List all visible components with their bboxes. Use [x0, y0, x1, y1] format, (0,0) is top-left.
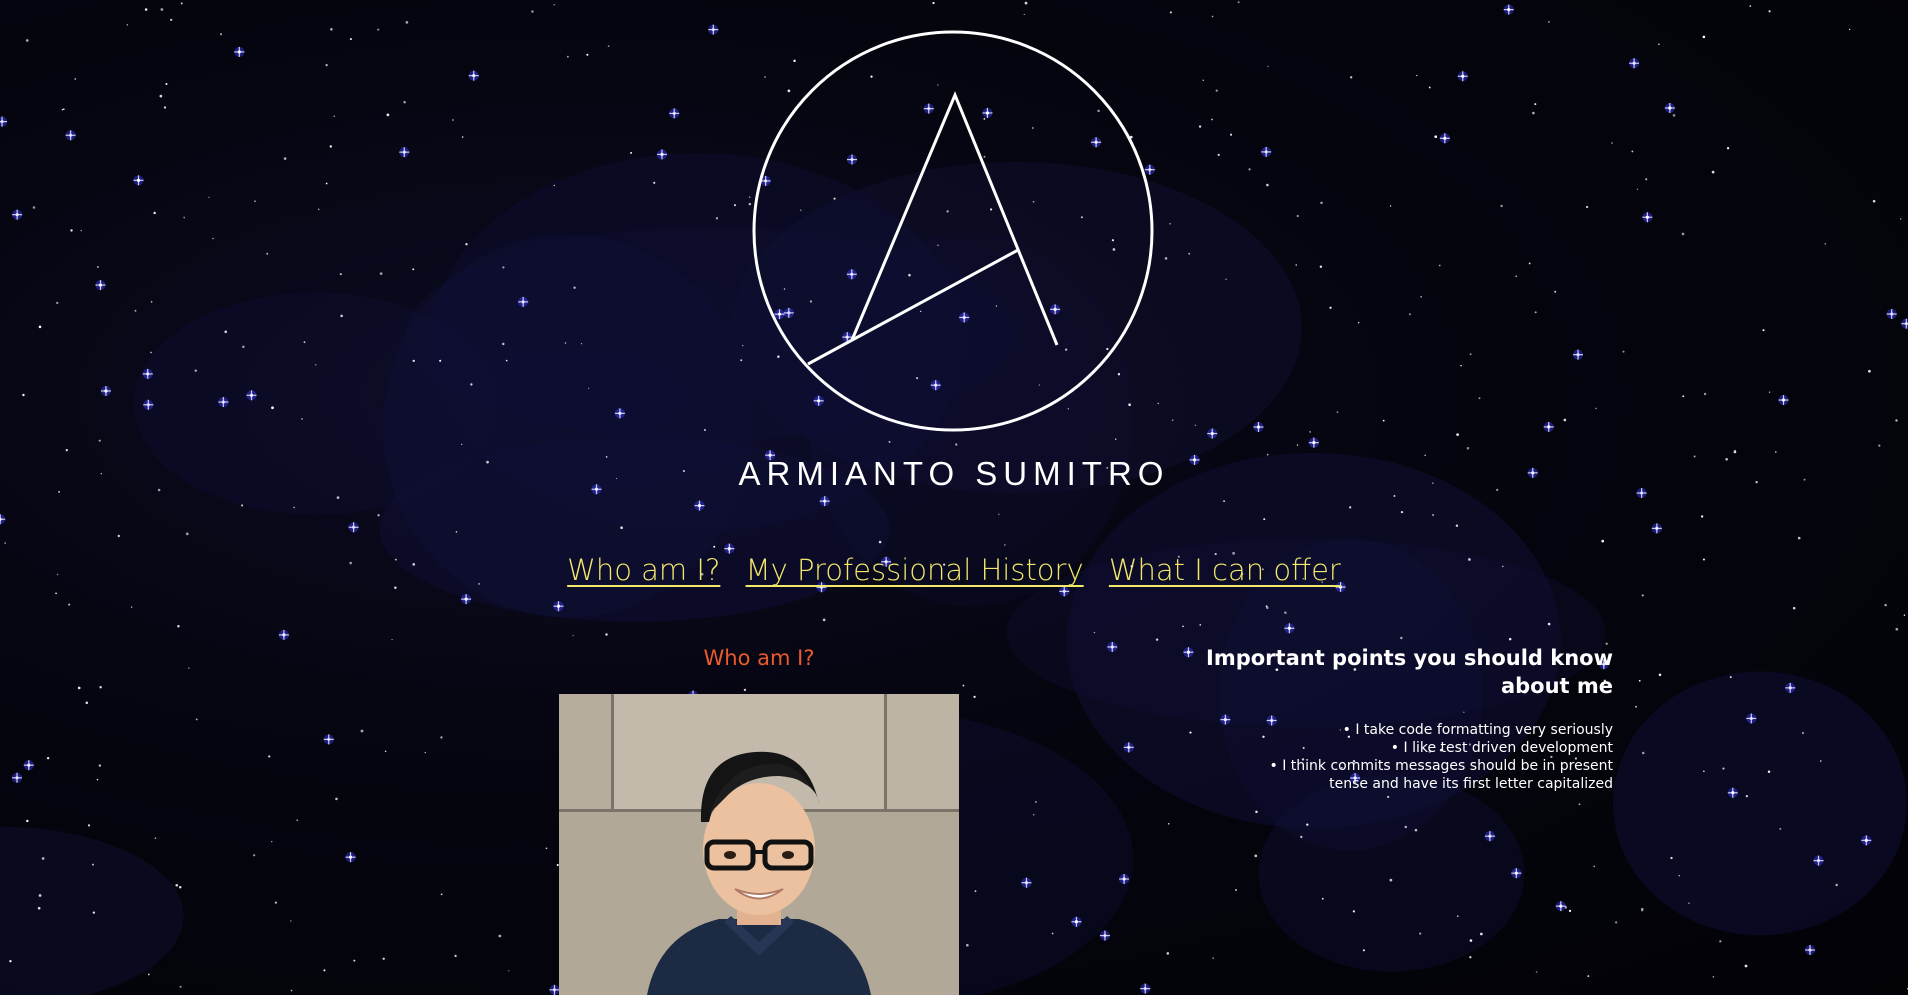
list-item: I take code formatting very seriously	[1240, 721, 1613, 739]
nav-link-professional-history[interactable]: My Professional History	[746, 553, 1084, 587]
nav-link-what-i-can-offer[interactable]: What I can offer	[1109, 553, 1341, 587]
important-points-heading: Important points you should know about m…	[1206, 646, 1613, 698]
site-name: ARMIANTO SUMITRO	[738, 455, 1170, 492]
important-points-list: I take code formatting very seriously I …	[1240, 721, 1613, 793]
main-nav: Who am I? My Professional History What I…	[0, 553, 1908, 587]
nav-link-who-am-i[interactable]: Who am I?	[567, 553, 720, 587]
list-item: I think commits messages should be in pr…	[1240, 757, 1613, 793]
list-item: I like test driven development	[1240, 739, 1613, 757]
profile-photo	[559, 694, 959, 995]
page: ARMIANTO SUMITRO Who am I? My Profession…	[0, 0, 1908, 995]
logo-a-circle-icon	[752, 30, 1154, 432]
who-am-i-heading: Who am I?	[703, 646, 815, 670]
